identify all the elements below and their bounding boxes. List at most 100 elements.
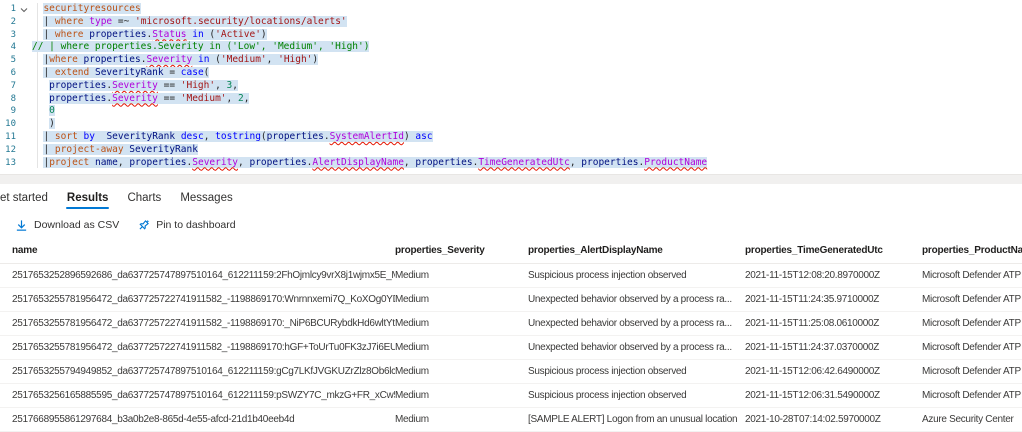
editor-results-splitter[interactable] — [0, 174, 1022, 184]
code-line[interactable]: 10 ) — [0, 118, 1022, 131]
code-line[interactable]: 13 |project name, properties.Severity, p… — [0, 157, 1022, 170]
pin-to-dashboard-button[interactable]: Pin to dashboard — [137, 219, 235, 232]
selection-highlight: properties.Severity == 'Medium', 2, — [49, 93, 249, 104]
table-cell: 2021-11-15T11:24:35.9710000Z — [745, 294, 922, 305]
results-table-header: nameproperties_Severityproperties_AlertD… — [0, 238, 1022, 264]
selection-highlight: properties.Severity == 'High', 3, — [49, 80, 238, 91]
table-cell: Microsoft Defender ATP — [922, 294, 1022, 305]
code-text: properties.Severity == 'High', 3, — [32, 80, 238, 93]
line-number: 4 — [0, 41, 16, 54]
code-token: project — [49, 157, 89, 168]
selection-highlight: |where properties.Severity in ('Medium',… — [43, 54, 318, 65]
table-row[interactable]: 2517653255781956472_da637725722741911582… — [0, 312, 1022, 336]
code-token: , — [215, 80, 226, 91]
code-line[interactable]: 7 properties.Severity == 'High', 3, — [0, 80, 1022, 93]
code-token: properties — [581, 157, 638, 168]
code-line[interactable]: 6 | extend SeverityRank = case( — [0, 67, 1022, 80]
table-row[interactable]: 2517653255781956472_da637725722741911582… — [0, 336, 1022, 360]
tab-get-started[interactable]: Get started — [0, 188, 48, 212]
download-csv-button[interactable]: Download as CSV — [15, 219, 119, 232]
tab-messages[interactable]: Messages — [180, 188, 232, 212]
code-token: properties — [415, 157, 472, 168]
code-indent — [32, 93, 49, 104]
code-indent — [32, 118, 49, 129]
line-number: 5 — [0, 54, 16, 67]
line-number: 12 — [0, 144, 16, 157]
code-text: ) — [32, 118, 55, 131]
line-number: 13 — [0, 157, 16, 170]
column-header-properties_productname[interactable]: properties_ProductName — [922, 245, 1022, 256]
code-token: case — [181, 67, 204, 78]
code-line[interactable]: 4 // | where properties.Severity in ('Low… — [0, 41, 1022, 54]
code-token: Severity — [192, 157, 238, 168]
code-line[interactable]: 5 |where properties.Severity in ('Medium… — [0, 54, 1022, 67]
code-token: ProductName — [644, 157, 707, 168]
code-line[interactable]: 11 | sort by SeverityRank desc, tostring… — [0, 131, 1022, 144]
line-number: 2 — [0, 16, 16, 29]
query-editor[interactable]: 1 securityresources2 | where type =~ 'mi… — [0, 0, 1022, 174]
code-token: sort — [55, 131, 78, 142]
code-token: | — [43, 67, 54, 78]
table-cell: 2021-11-15T12:08:20.8970000Z — [745, 270, 922, 281]
code-line[interactable]: 12 | project-away SeverityRank — [0, 144, 1022, 157]
table-cell: 2517653255781956472_da637725722741911582… — [0, 342, 395, 353]
code-token: desc — [181, 131, 204, 142]
table-cell: Medium — [395, 414, 528, 425]
code-line[interactable]: 2 | where type =~ 'microsoft.security/lo… — [0, 16, 1022, 29]
table-cell: Medium — [395, 294, 528, 305]
table-cell: 2021-11-15T12:06:42.6490000Z — [745, 366, 922, 377]
code-token: 0 — [49, 105, 55, 116]
code-token: properties — [129, 157, 186, 168]
code-line[interactable]: 8 properties.Severity == 'Medium', 2, — [0, 93, 1022, 106]
code-text: securityresources — [32, 3, 141, 16]
code-line[interactable]: 3 | where properties.Status in ('Active'… — [0, 29, 1022, 42]
column-header-properties_severity[interactable]: properties_Severity — [395, 245, 528, 256]
table-cell: Microsoft Defender ATP — [922, 366, 1022, 377]
column-header-properties_timegeneratedutc[interactable]: properties_TimeGeneratedUtc — [745, 245, 922, 256]
table-cell: Medium — [395, 270, 528, 281]
table-cell: Microsoft Defender ATP — [922, 318, 1022, 329]
code-token: , — [118, 157, 129, 168]
code-line[interactable]: 9 0 — [0, 105, 1022, 118]
table-cell: 2021-11-15T11:25:08.0610000Z — [745, 318, 922, 329]
table-cell: Suspicious process injection observed — [528, 270, 745, 281]
table-row[interactable]: 2517653252896592686_da637725747897510164… — [0, 264, 1022, 288]
code-token: // | where properties.Severity in ('Low'… — [32, 41, 369, 52]
selection-highlight: ) — [49, 118, 55, 129]
line-number: 7 — [0, 80, 16, 93]
code-indent — [32, 157, 43, 168]
selection-highlight: | project-away SeverityRank — [43, 144, 197, 155]
code-token: == — [158, 93, 181, 104]
selection-highlight: | where properties.Status in ('Active') — [43, 29, 266, 40]
table-cell: Medium — [395, 318, 528, 329]
code-token: , — [232, 80, 238, 91]
line-number: 11 — [0, 131, 16, 144]
code-token: where — [49, 54, 78, 65]
code-token: =~ — [112, 16, 135, 27]
column-header-name[interactable]: name — [0, 245, 395, 256]
code-token: SystemAlertId — [330, 131, 404, 142]
tab-results[interactable]: Results — [67, 188, 109, 212]
column-header-properties_alertdisplayname[interactable]: properties_AlertDisplayName — [528, 245, 745, 256]
results-table: nameproperties_Severityproperties_AlertD… — [0, 238, 1022, 432]
code-token: , — [238, 157, 249, 168]
table-cell: Unexpected behavior observed by a proces… — [528, 294, 745, 305]
table-row[interactable]: 2517653256165885595_da637725747897510164… — [0, 384, 1022, 408]
line-number: 9 — [0, 105, 16, 118]
selection-highlight: | sort by SeverityRank desc, tostring(pr… — [43, 131, 432, 142]
code-indent — [32, 54, 43, 65]
table-cell: [SAMPLE ALERT] Logon from an unusual loc… — [528, 414, 745, 425]
table-row[interactable]: 2517653255781956472_da637725722741911582… — [0, 288, 1022, 312]
fold-chevron-icon[interactable] — [16, 3, 32, 16]
arg-explorer-window: { "colors": { "accent": "#0078d4", "sele… — [0, 0, 1022, 421]
code-token: ) — [312, 54, 318, 65]
results-tab-bar: Get started Results Charts Messages — [0, 184, 1022, 212]
line-number: 1 — [0, 3, 16, 16]
code-line[interactable]: 1 securityresources — [0, 3, 1022, 16]
selection-highlight: // | where properties.Severity in ('Low'… — [32, 41, 369, 52]
table-row[interactable]: 2517653255794949852_da637725747897510164… — [0, 360, 1022, 384]
code-token: extend — [55, 67, 89, 78]
tab-charts[interactable]: Charts — [127, 188, 161, 212]
table-row[interactable]: 2517668955861297684_b3a0b2e8-865d-4e55-a… — [0, 408, 1022, 432]
code-token: in — [192, 29, 203, 40]
